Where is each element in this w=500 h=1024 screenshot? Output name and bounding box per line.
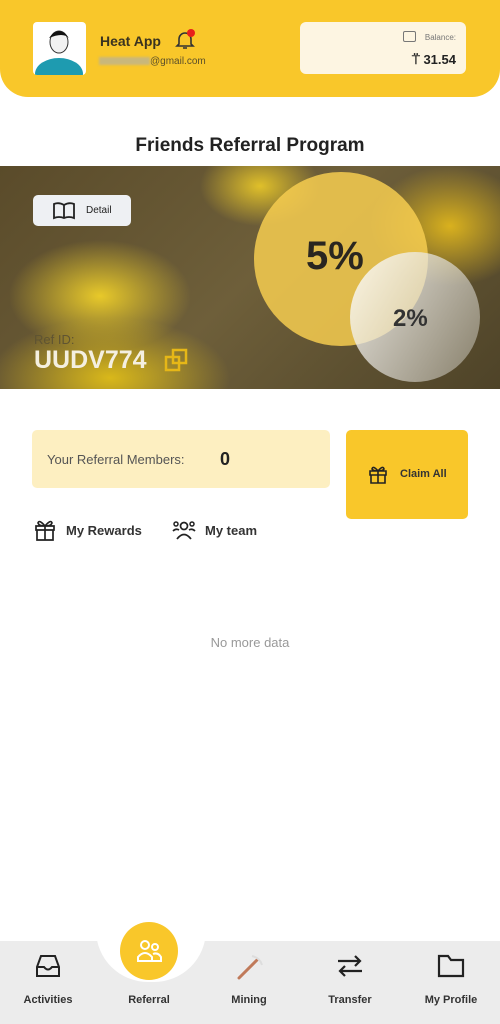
- claim-all-button[interactable]: Claim All: [346, 430, 468, 519]
- referral-banner: Detail 5% 2% Ref ID: UUDV774: [0, 166, 500, 389]
- nav-label: Referral: [128, 994, 170, 1006]
- header: Heat App @gmail.com Balance: ⍡ 31.54: [0, 0, 500, 97]
- level2-rate: 2%: [393, 305, 428, 332]
- nav-activities[interactable]: Activities: [0, 941, 98, 1024]
- members-label: Your Referral Members:: [47, 452, 185, 467]
- balance-label: Balance:: [424, 33, 456, 42]
- tab-my-team[interactable]: My team: [172, 518, 257, 542]
- tab-label: My team: [205, 522, 258, 538]
- gift-icon: [35, 520, 55, 541]
- claim-all-label: Claim All: [400, 468, 447, 480]
- email-redacted: [99, 57, 150, 66]
- user-avatar-icon: [35, 30, 83, 75]
- gift-icon: [369, 466, 387, 484]
- arrows-icon: [338, 955, 362, 977]
- detail-button[interactable]: Detail: [33, 195, 131, 226]
- nav-my-profile[interactable]: My Profile: [401, 941, 500, 1024]
- user-email: @gmail.com: [99, 56, 206, 67]
- detail-label: Detail: [86, 205, 112, 216]
- balance-card: Balance: ⍡ 31.54: [300, 22, 466, 74]
- wallet-icon: [403, 31, 416, 42]
- nav-label: Mining: [231, 994, 267, 1006]
- tab-my-rewards[interactable]: My Rewards: [33, 518, 142, 542]
- nav-label: Activities: [23, 994, 73, 1006]
- nav-label: My Profile: [424, 994, 478, 1006]
- coin-icon: ⍡: [412, 52, 424, 67]
- team-icon: [172, 521, 196, 540]
- nav-label: Transfer: [328, 994, 372, 1006]
- book-icon: [53, 202, 75, 220]
- balance-value: ⍡ 31.54: [412, 52, 456, 68]
- app-name: Heat App: [100, 33, 161, 49]
- nav-transfer[interactable]: Transfer: [300, 941, 400, 1024]
- page-title: Friends Referral Program: [135, 135, 365, 156]
- referral-members-card: Your Referral Members: 0: [32, 430, 330, 488]
- members-count: 0: [220, 449, 231, 469]
- balance-amount: 31.54: [423, 52, 456, 67]
- tab-label: My Rewards: [66, 522, 142, 538]
- pickaxe-icon: [237, 955, 263, 980]
- nav-mining[interactable]: Mining: [199, 941, 299, 1024]
- inbox-icon: [36, 955, 60, 977]
- folder-icon: [437, 954, 465, 978]
- bell-icon[interactable]: [174, 29, 196, 51]
- avatar[interactable]: [33, 22, 86, 75]
- empty-state: No more data: [210, 635, 290, 650]
- ref-id-label: Ref ID:: [34, 332, 75, 347]
- copy-icon[interactable]: [164, 348, 188, 372]
- level1-rate: 5%: [306, 234, 364, 278]
- ref-id: UUDV774: [34, 346, 147, 374]
- email-domain: @gmail.com: [150, 56, 206, 67]
- nav-referral[interactable]: Referral: [99, 941, 199, 1024]
